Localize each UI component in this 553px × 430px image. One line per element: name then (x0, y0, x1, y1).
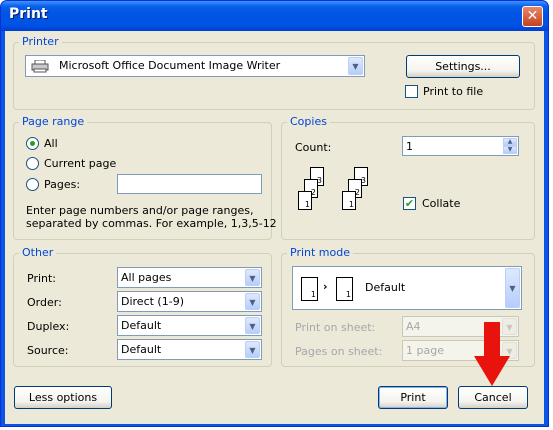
page-range-help-line2: separated by commas. For example, 1,3,5-… (26, 217, 277, 230)
copies-title: Copies (287, 115, 330, 128)
source-select[interactable]: Default ▼ (117, 339, 262, 360)
window-title: Print (9, 6, 48, 22)
radio-pages[interactable] (26, 178, 39, 191)
order-select[interactable]: Direct (1-9) ▼ (117, 291, 262, 312)
page-range-help-line1: Enter page numbers and/or page ranges, (26, 204, 254, 217)
print-dialog: Print ✕ Printer Microsoft Office Documen… (0, 0, 549, 427)
count-label: Count: (295, 141, 332, 154)
chevron-down-icon[interactable]: ▼ (245, 269, 260, 286)
close-button[interactable]: ✕ (522, 6, 543, 27)
duplex-label: Duplex: (27, 320, 70, 333)
order-label: Order: (27, 296, 62, 309)
less-options-button[interactable]: Less options (14, 386, 112, 409)
arrow-down-icon (474, 322, 510, 386)
chevron-down-icon[interactable]: ▼ (245, 317, 260, 334)
collate-checkbox[interactable]: ✔ (403, 197, 416, 210)
page-range-title: Page range (19, 115, 88, 128)
collate-label: Collate (422, 197, 461, 210)
radio-current-page[interactable] (26, 157, 39, 170)
spinner-arrows[interactable]: ▲ ▼ (503, 138, 517, 154)
print-to-file-checkbox[interactable] (405, 85, 418, 98)
chevron-down-icon[interactable]: ▼ (348, 57, 363, 75)
print-mode-select[interactable]: 1 › 1 Default ▼ (292, 266, 522, 310)
radio-current-page-label: Current page (44, 157, 117, 170)
count-value: 1 (406, 140, 413, 153)
print-on-sheet-label: Print on sheet: (295, 321, 376, 334)
duplex-select[interactable]: Default ▼ (117, 315, 262, 336)
print-button[interactable]: Print (378, 386, 448, 409)
other-title: Other (19, 246, 57, 259)
print-label: Print: (27, 272, 57, 285)
print-mode-title: Print mode (287, 246, 353, 259)
printer-name: Microsoft Office Document Image Writer (59, 59, 281, 72)
other-group: Other Print: All pages ▼ Order: Direct (… (13, 246, 272, 367)
printer-group-title: Printer (19, 35, 62, 48)
title-bar[interactable]: Print ✕ (1, 1, 548, 31)
copies-group: Copies Count: 1 ▲ ▼ 3 2 1 3 2 1 ✔ Collate (281, 115, 535, 240)
print-to-file-label: Print to file (423, 85, 484, 98)
radio-pages-label: Pages: (44, 178, 81, 191)
page-range-group: Page range All Current page Pages: Enter… (13, 115, 277, 240)
close-icon: ✕ (526, 8, 539, 24)
settings-button[interactable]: Settings... (406, 55, 520, 78)
count-spinner[interactable]: 1 ▲ ▼ (402, 136, 519, 156)
pages-input[interactable] (117, 174, 262, 194)
radio-all[interactable] (26, 137, 39, 150)
source-label: Source: (27, 344, 69, 357)
chevron-down-icon[interactable]: ▼ (245, 341, 260, 358)
mode-preview: 1 › 1 (301, 275, 361, 301)
chevron-down-icon[interactable]: ▼ (505, 268, 520, 308)
printer-icon (31, 59, 49, 76)
cancel-button[interactable]: Cancel (458, 386, 528, 409)
printer-group: Printer Microsoft Office Document Image … (13, 35, 535, 110)
chevron-down-icon[interactable]: ▼ (245, 293, 260, 310)
printer-select[interactable]: Microsoft Office Document Image Writer ▼ (25, 55, 365, 77)
collate-illustration: 3 2 1 3 2 1 (296, 163, 376, 223)
dialog-body: Printer Microsoft Office Document Image … (5, 31, 544, 424)
radio-all-label: All (44, 137, 58, 150)
print-select[interactable]: All pages ▼ (117, 267, 262, 288)
print-mode-value: Default (365, 281, 406, 294)
pages-on-sheet-label: Pages on sheet: (295, 345, 383, 358)
